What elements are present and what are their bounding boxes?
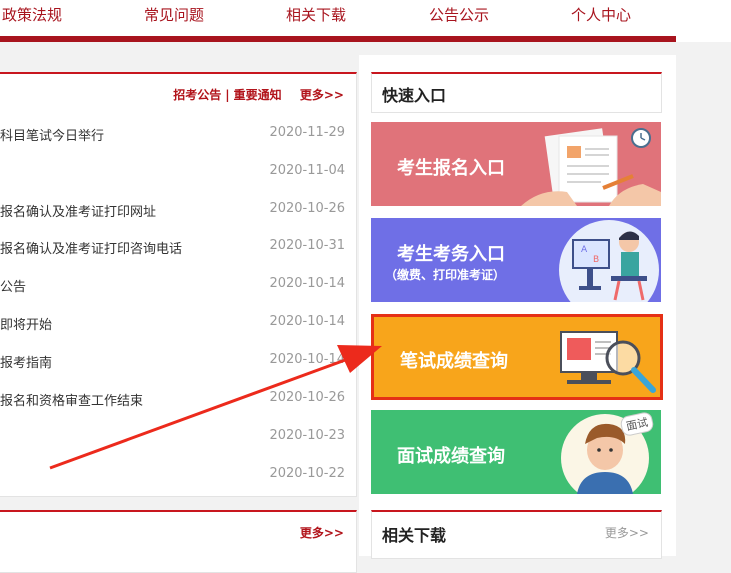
news-date: 2020-10-26	[269, 201, 345, 216]
related-downloads-title: 相关下载	[382, 526, 447, 545]
interviewee-avatar-icon	[561, 414, 649, 494]
written-score-query-button[interactable]: 笔试成绩查询	[371, 314, 663, 400]
nav-item-downloads[interactable]: 相关下载	[286, 4, 346, 25]
news-panel: 招考公告 | 重要通知 更多>> 科目笔试今日举行 2020-11-29 2020-1…	[0, 72, 357, 497]
news-row[interactable]: 报名确认及准考证打印网址 2020-10-26	[0, 201, 356, 221]
news-date: 2020-10-23	[269, 428, 345, 443]
news-date: 2020-10-26	[269, 390, 345, 405]
news-row[interactable]: 2020-10-23	[0, 428, 356, 448]
news-row[interactable]: 报名和资格审查工作结束 2020-10-26	[0, 390, 356, 410]
interview-score-query-button[interactable]: 面试成绩查询 面试	[371, 410, 661, 494]
nav-item-faq[interactable]: 常见问题	[144, 4, 204, 25]
news-title[interactable]: 科目笔试今日举行	[0, 125, 104, 144]
nav-item-personal-center[interactable]: 个人中心	[571, 4, 631, 25]
news-row[interactable]: 科目笔试今日举行 2020-11-29	[0, 125, 356, 145]
registration-entry-button[interactable]: 考生报名入口	[371, 122, 661, 206]
news-row[interactable]: 公告 2020-10-14	[0, 276, 356, 296]
tab-important-notice[interactable]: 重要通知	[234, 88, 282, 102]
secondary-more-link[interactable]: 更多>>	[300, 524, 344, 541]
report-magnifier-icon	[560, 331, 656, 393]
news-row[interactable]: 报名确认及准考证打印咨询电话 2020-10-31	[0, 238, 356, 258]
news-title[interactable]: 公告	[0, 276, 26, 295]
nav-underline-bar	[0, 36, 676, 42]
header-blank-area	[676, 0, 731, 42]
news-panel-header: 招考公告 | 重要通知 更多>>	[173, 88, 344, 102]
news-date: 2020-10-31	[269, 238, 345, 253]
related-downloads-header: 相关下载 更多>>	[371, 510, 662, 559]
news-date: 2020-10-14	[269, 276, 345, 291]
news-title[interactable]: 即将开始	[0, 314, 52, 333]
news-more-link[interactable]: 更多>>	[300, 88, 344, 102]
nav-item-policy[interactable]: 政策法规	[2, 4, 62, 25]
svg-text:B: B	[593, 255, 599, 265]
document-signing-icon	[521, 128, 661, 206]
student-at-computer-icon: A B	[559, 220, 659, 302]
news-title[interactable]: 报考指南	[0, 352, 52, 371]
news-row[interactable]: 即将开始 2020-10-14	[0, 314, 356, 334]
quick-entry-title: 快速入口	[382, 86, 447, 105]
top-navigation: 政策法规 常见问题 相关下载 公告公示 个人中心	[0, 0, 676, 36]
quick-entry-header: 快速入口	[371, 72, 662, 113]
news-title[interactable]: 报名确认及准考证打印咨询电话	[0, 238, 182, 257]
news-row[interactable]: 2020-10-22	[0, 466, 356, 486]
news-date: 2020-10-14	[269, 352, 345, 367]
secondary-news-panel: 更多>>	[0, 510, 357, 573]
news-row[interactable]: 报考指南 2020-10-14	[0, 352, 356, 372]
tab-recruitment-notice[interactable]: 招考公告	[173, 88, 221, 102]
news-date: 2020-11-04	[269, 163, 345, 178]
news-title[interactable]: 报名确认及准考证打印网址	[0, 201, 156, 220]
news-date: 2020-10-14	[269, 314, 345, 329]
svg-text:A: A	[581, 245, 588, 255]
news-row[interactable]: 2020-11-04	[0, 163, 356, 183]
news-date: 2020-10-22	[269, 466, 345, 481]
news-date: 2020-11-29	[269, 125, 345, 140]
nav-item-announcements[interactable]: 公告公示	[429, 4, 489, 25]
news-title[interactable]: 报名和资格审查工作结束	[0, 390, 143, 409]
related-downloads-more-link[interactable]: 更多>>	[605, 524, 649, 541]
exam-affairs-entry-button[interactable]: 考生考务入口 （缴费、打印准考证） A B	[371, 218, 661, 302]
